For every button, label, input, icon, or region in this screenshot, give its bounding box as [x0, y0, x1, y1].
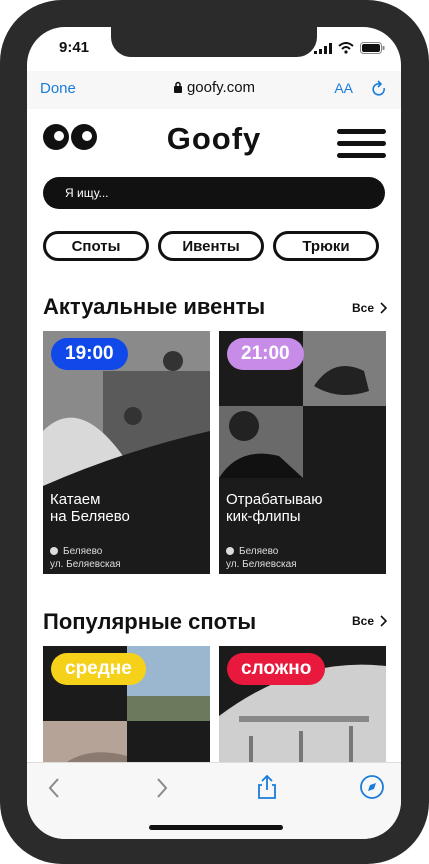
metro-icon: [50, 547, 58, 555]
chip-events[interactable]: Ивенты: [158, 231, 264, 261]
event-time-badge: 19:00: [51, 338, 128, 370]
spot-level-badge: средне: [51, 653, 146, 685]
event-title-line2: кик-флипы: [226, 508, 301, 525]
search-input[interactable]: Я ищу...: [43, 177, 385, 209]
screen: 9:41 Done goofy.com AA Goofy Я ищу... Сп…: [27, 27, 401, 839]
events-title: Актуальные ивенты: [43, 294, 266, 319]
events-all-link[interactable]: Все: [352, 301, 387, 315]
event-title: Катаем на Беляево: [50, 491, 130, 525]
event-card[interactable]: 21:00 Отрабатываю кик-флипы Беляево ул. …: [219, 331, 386, 574]
menu-icon[interactable]: [337, 129, 386, 165]
event-title-line2: на Беляево: [50, 508, 130, 525]
share-icon[interactable]: [256, 774, 278, 800]
event-title-line1: Катаем: [50, 491, 101, 508]
events-all-label: Все: [351, 301, 374, 315]
browser-address-bar: Done goofy.com AA: [27, 71, 401, 110]
event-title: Отрабатываю кик-флипы: [226, 491, 323, 525]
spot-level-badge: сложно: [227, 653, 326, 685]
status-time: 9:41: [59, 39, 90, 56]
volume-up: [0, 180, 4, 240]
spot-card[interactable]: средне: [43, 646, 210, 762]
metro-icon: [226, 547, 234, 555]
event-metro: Беляево: [239, 546, 279, 557]
text-size-button[interactable]: AA: [334, 80, 353, 96]
back-icon[interactable]: [47, 777, 61, 799]
event-card[interactable]: 19:00 Катаем на Беляево Беляево ул. Беля…: [43, 331, 210, 574]
phone-frame: 9:41 Done goofy.com AA Goofy Я ищу... Сп…: [0, 0, 429, 864]
chip-spots[interactable]: Споты: [43, 231, 149, 261]
mute-switch: [0, 120, 4, 154]
event-location: Беляево ул. Беляевская: [226, 545, 297, 571]
spots-all-link[interactable]: Все: [352, 614, 387, 628]
spot-card[interactable]: сложно: [219, 646, 386, 762]
volume-down: [0, 255, 4, 315]
home-indicator: [149, 825, 283, 830]
page-content: Goofy Я ищу... Споты Ивенты Трюки Актуал…: [27, 109, 401, 762]
battery-icon: [360, 42, 385, 54]
spots-all-label: Все: [351, 614, 374, 628]
lock-icon: [173, 81, 182, 93]
wifi-icon: [338, 42, 354, 54]
url-text: goofy.com: [186, 79, 256, 96]
event-time-badge: 21:00: [227, 338, 304, 370]
category-chips: Споты Ивенты Трюки: [43, 231, 379, 261]
chevron-right-icon: [380, 615, 387, 627]
event-metro: Беляево: [63, 546, 103, 557]
spots-title: Популярные споты: [43, 609, 257, 634]
signal-icon: [314, 42, 332, 54]
reload-icon[interactable]: [371, 80, 387, 98]
chip-tricks[interactable]: Трюки: [273, 231, 379, 261]
forward-icon[interactable]: [155, 777, 169, 799]
event-address: ул. Беляевская: [226, 559, 297, 570]
event-address: ул. Беляевская: [50, 559, 121, 570]
system-icons: [314, 42, 385, 54]
status-bar: 9:41: [27, 27, 401, 71]
event-location: Беляево ул. Беляевская: [50, 545, 121, 571]
event-title-line1: Отрабатываю: [226, 491, 323, 508]
chevron-right-icon: [380, 302, 387, 314]
power-button: [425, 200, 429, 300]
compass-icon[interactable]: [359, 774, 385, 800]
